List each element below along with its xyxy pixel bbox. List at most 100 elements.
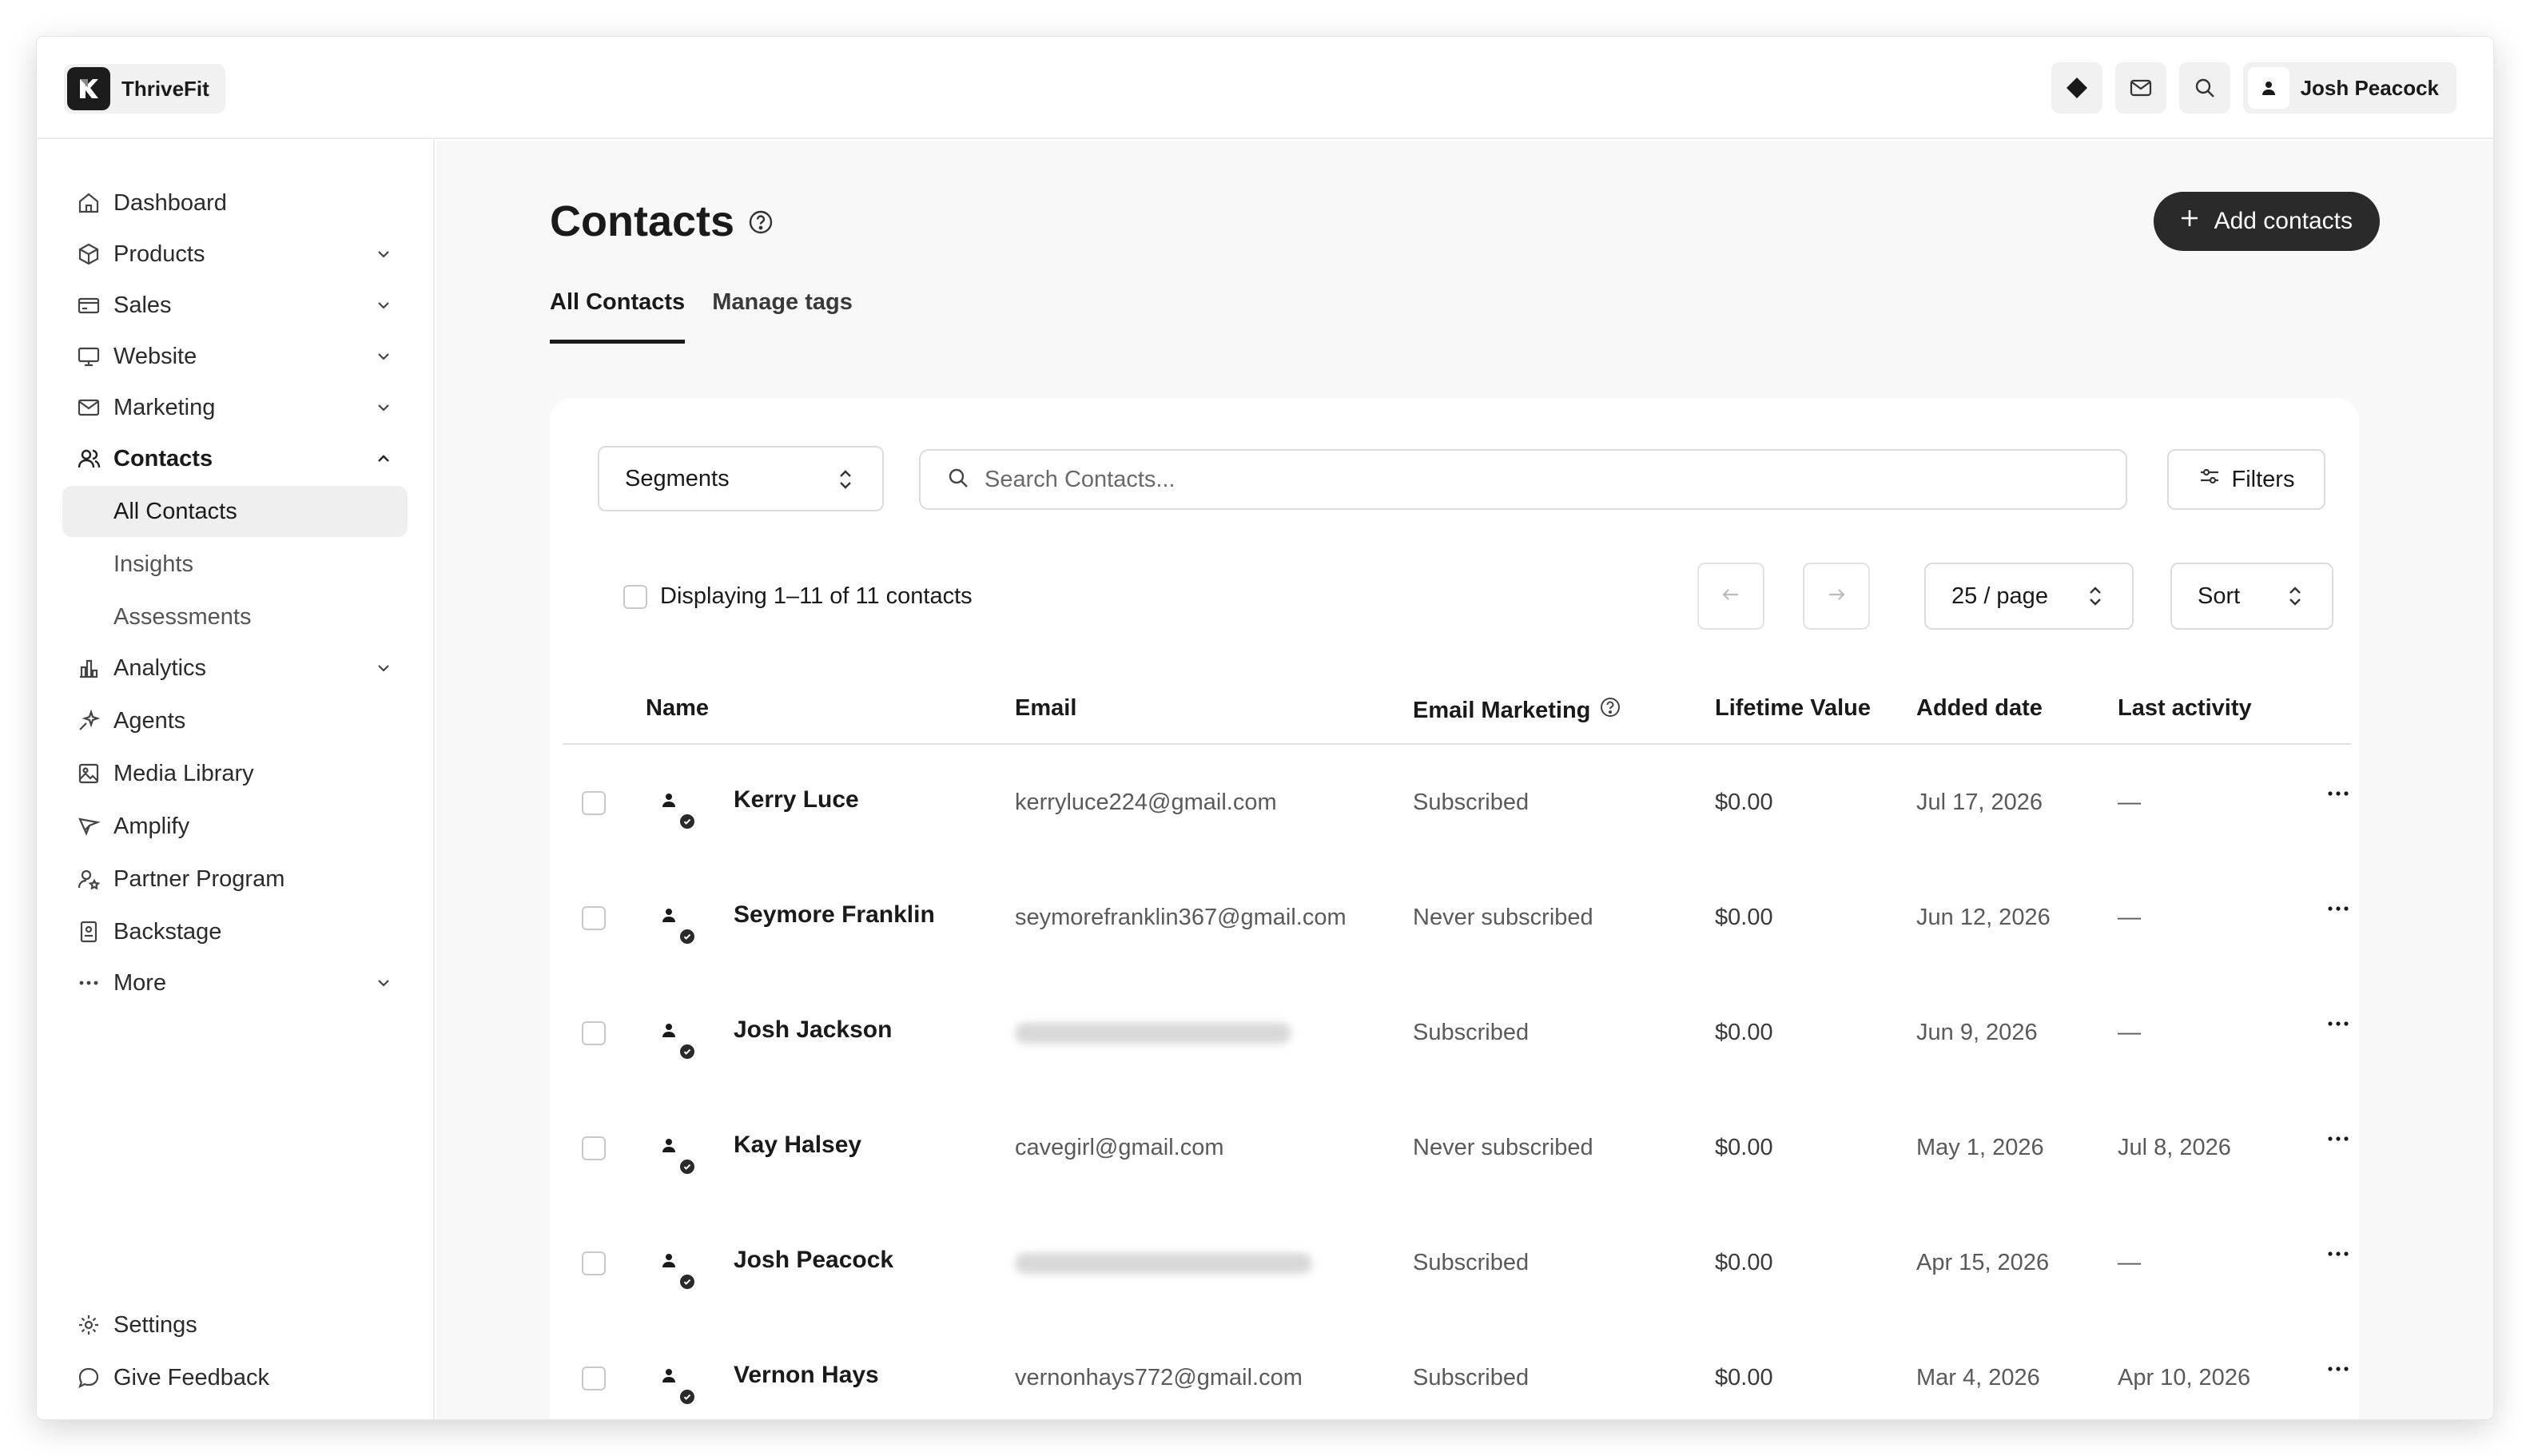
row-more-icon[interactable] <box>2322 1242 2354 1266</box>
sort-select[interactable]: Sort <box>2170 563 2333 630</box>
column-header-name[interactable]: Name <box>646 695 709 722</box>
help-icon[interactable] <box>747 197 774 246</box>
column-header-added-date[interactable]: Added date <box>1916 695 2043 722</box>
row-more-icon[interactable] <box>2322 782 2354 806</box>
chevron-up-down-icon <box>833 467 858 499</box>
mail-icon[interactable] <box>2114 62 2166 113</box>
sidebar-subitem-all-contacts[interactable]: All Contacts <box>62 486 408 537</box>
bar-chart-icon <box>75 654 102 682</box>
sidebar-item-label: Settings <box>113 1311 197 1338</box>
cell-name[interactable]: Kay Halsey <box>734 1132 861 1159</box>
row-checkbox[interactable] <box>582 1251 606 1275</box>
row-checkbox[interactable] <box>582 1136 606 1160</box>
redacted-email <box>1015 1023 1291 1044</box>
cell-last-activity: — <box>2118 1250 2141 1275</box>
add-contacts-button[interactable]: Add contacts <box>2153 192 2380 251</box>
sidebar-subitem-assessments[interactable]: Assessments <box>62 591 408 642</box>
sidebar-item-label: Partner Program <box>113 865 285 892</box>
brand-logo-icon <box>67 67 110 110</box>
cell-added-date: Jun 12, 2026 <box>1916 905 2051 930</box>
diamond-icon[interactable] <box>2051 62 2102 113</box>
row-more-icon[interactable] <box>2322 1127 2354 1151</box>
sidebar-item-give-feedback[interactable]: Give Feedback <box>62 1352 408 1403</box>
next-page-button[interactable] <box>1803 563 1870 630</box>
arrow-left-icon <box>1720 583 1742 610</box>
cell-name[interactable]: Josh Peacock <box>734 1247 893 1274</box>
cell-name[interactable]: Vernon Hays <box>734 1362 879 1389</box>
cell-last-activity: Apr 10, 2026 <box>2118 1365 2251 1390</box>
row-more-icon[interactable] <box>2322 897 2354 921</box>
sidebar-item-amplify[interactable]: Amplify <box>62 801 408 852</box>
table-row[interactable]: Vernon Hays vernonhays772@gmail.com Subs… <box>563 1320 2351 1419</box>
check-badge-icon <box>678 927 697 946</box>
filters-button[interactable]: Filters <box>2167 449 2325 510</box>
column-header-label: Email Marketing <box>1413 697 1591 723</box>
table-row[interactable]: Josh Jackson Subscribed $0.00 Jun 9, 202… <box>563 975 2351 1090</box>
sidebar-subitem-insights[interactable]: Insights <box>62 539 408 590</box>
row-checkbox[interactable] <box>582 906 606 930</box>
row-checkbox[interactable] <box>582 1366 606 1390</box>
main-content: Contacts Add contacts All Contacts Manag… <box>436 141 2493 1419</box>
table-row[interactable]: Josh Peacock Subscribed $0.00 Apr 15, 20… <box>563 1205 2351 1320</box>
column-header-email[interactable]: Email <box>1015 695 1076 722</box>
cell-email-marketing: Subscribed <box>1413 1365 1530 1390</box>
chevron-up-down-icon <box>2082 583 2108 615</box>
tab-manage-tags[interactable]: Manage tags <box>712 289 853 344</box>
sidebar-item-more[interactable]: More <box>62 957 408 1008</box>
cell-name[interactable]: Josh Jackson <box>734 1016 892 1044</box>
search-input[interactable]: Search Contacts... <box>919 449 2127 510</box>
tab-all-contacts[interactable]: All Contacts <box>550 289 686 344</box>
image-icon <box>75 760 102 787</box>
display-count: Displaying 1–11 of 11 contacts <box>660 583 973 609</box>
cell-name[interactable]: Seymore Franklin <box>734 901 935 929</box>
sidebar-item-media-library[interactable]: Media Library <box>62 748 408 799</box>
sidebar-item-marketing[interactable]: Marketing <box>62 382 408 433</box>
column-header-email-marketing[interactable]: Email Marketing <box>1413 695 1622 726</box>
sidebar-item-sales[interactable]: Sales <box>62 280 408 331</box>
column-header-last-activity[interactable]: Last activity <box>2118 695 2252 722</box>
per-page-select[interactable]: 25 / page <box>1924 563 2134 630</box>
plus-icon <box>2179 208 2200 235</box>
per-page-value: 25 / page <box>1951 583 2048 609</box>
sidebar-item-agents[interactable]: Agents <box>62 695 408 746</box>
check-badge-icon <box>678 1157 697 1176</box>
column-header-lifetime-value[interactable]: Lifetime Value <box>1715 695 1871 722</box>
sidebar-item-settings[interactable]: Settings <box>62 1299 408 1351</box>
select-all-checkbox[interactable] <box>623 584 647 609</box>
sidebar: Dashboard Products Sales Website Marketi… <box>37 139 435 1419</box>
sidebar-item-contacts[interactable]: Contacts <box>62 433 408 484</box>
search-icon[interactable] <box>2178 62 2230 113</box>
table-row[interactable]: Kay Halsey cavegirl@gmail.com Never subs… <box>563 1090 2351 1205</box>
chat-bubble-icon <box>75 1364 102 1391</box>
table-row[interactable]: Seymore Franklin seymorefranklin367@gmai… <box>563 860 2351 975</box>
badge-icon <box>75 918 102 945</box>
user-name: Josh Peacock <box>2300 75 2439 100</box>
gear-icon <box>75 1311 102 1339</box>
user-star-icon <box>75 865 102 893</box>
sidebar-item-partner-program[interactable]: Partner Program <box>62 853 408 905</box>
cell-added-date: May 1, 2026 <box>1916 1135 2044 1160</box>
sidebar-item-products[interactable]: Products <box>62 229 408 280</box>
prev-page-button[interactable] <box>1697 563 1764 630</box>
row-more-icon[interactable] <box>2322 1012 2354 1036</box>
credit-card-icon <box>75 292 102 319</box>
row-checkbox[interactable] <box>582 1021 606 1045</box>
sidebar-item-website[interactable]: Website <box>62 331 408 382</box>
cell-added-date: Jul 17, 2026 <box>1916 790 2043 815</box>
brand-switcher[interactable]: ThriveFit <box>64 64 225 113</box>
segments-select[interactable]: Segments <box>598 446 884 511</box>
user-menu-button[interactable]: Josh Peacock <box>2242 62 2456 113</box>
row-more-icon[interactable] <box>2322 1357 2354 1381</box>
cell-email: vernonhays772@gmail.com <box>1015 1365 1303 1390</box>
row-checkbox[interactable] <box>582 791 606 815</box>
help-icon[interactable] <box>1598 695 1622 726</box>
cell-name[interactable]: Kerry Luce <box>734 786 859 814</box>
redacted-email <box>1015 1253 1312 1274</box>
cell-added-date: Jun 9, 2026 <box>1916 1020 2038 1045</box>
sidebar-item-backstage[interactable]: Backstage <box>62 906 408 957</box>
table-row[interactable]: Kerry Luce kerryluce224@gmail.com Subscr… <box>563 745 2351 860</box>
sidebar-item-dashboard[interactable]: Dashboard <box>62 177 408 229</box>
sidebar-item-label: Backstage <box>113 918 222 945</box>
sidebar-item-analytics[interactable]: Analytics <box>62 642 408 694</box>
chevron-down-icon <box>371 292 396 318</box>
